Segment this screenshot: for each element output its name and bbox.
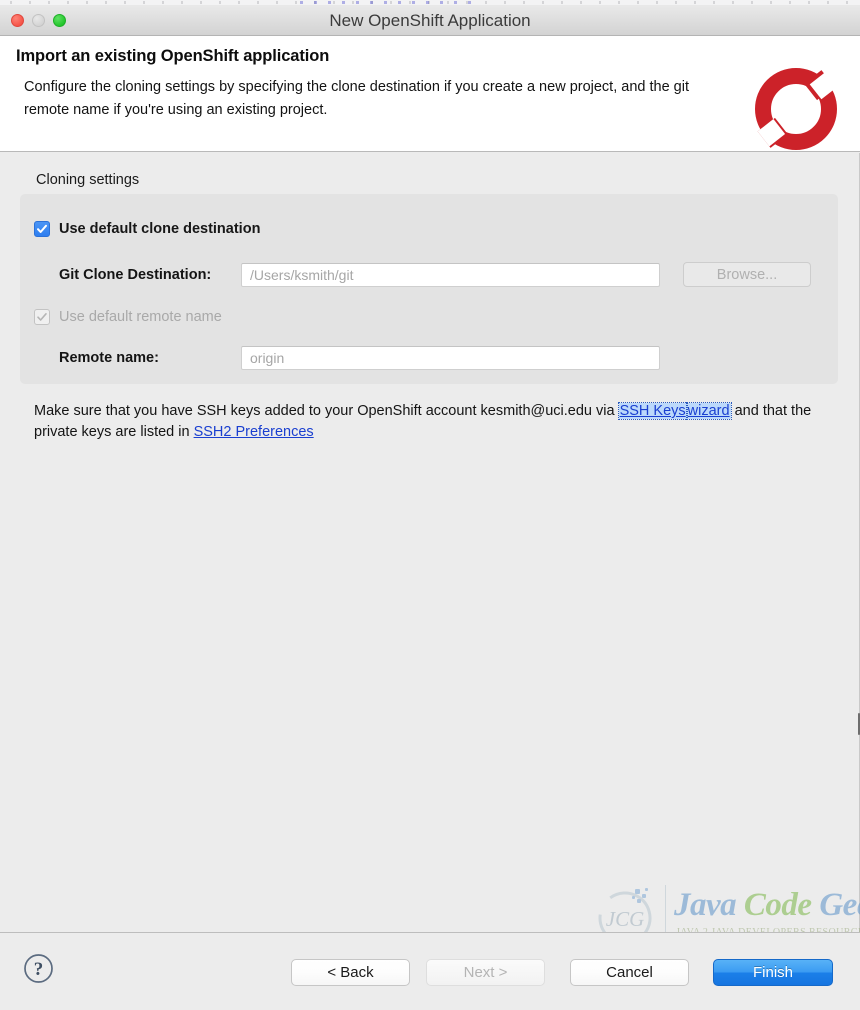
svg-text:JCG: JCG	[606, 907, 645, 931]
ssh-keys-wizard-link-part2[interactable]: wizard	[685, 402, 732, 420]
ssh-keys-note: Make sure that you have SSH keys added t…	[34, 401, 834, 443]
finish-button[interactable]: Finish	[713, 959, 833, 986]
page-title: Import an existing OpenShift application	[16, 47, 330, 65]
remote-name-label: Remote name:	[59, 350, 159, 366]
ssh-note-part2: via	[591, 403, 619, 419]
git-clone-destination-label: Git Clone Destination:	[59, 266, 212, 283]
ssh-keys-wizard-link-part1[interactable]: SSH Keys	[617, 402, 688, 420]
checkbox-checked-disabled-icon[interactable]	[34, 309, 50, 325]
remote-name-input[interactable]: origin	[241, 346, 660, 370]
remote-name-row: Remote name: origin	[59, 346, 660, 370]
back-button[interactable]: < Back	[291, 959, 410, 986]
cloning-settings-group-label: Cloning settings	[36, 172, 140, 188]
ssh2-preferences-link[interactable]: SSH2 Preferences	[194, 424, 314, 440]
watermark-word-code: Code	[743, 887, 812, 923]
title-bar: New OpenShift Application	[0, 5, 860, 36]
watermark-word-java: Java	[674, 887, 737, 923]
wizard-footer: ? < Back Next > Cancel Finish	[0, 932, 860, 1010]
browse-button[interactable]: Browse...	[683, 262, 811, 287]
git-clone-destination-input[interactable]: /Users/ksmith/git	[241, 262, 660, 287]
window-title: New OpenShift Application	[329, 11, 531, 30]
openshift-logo-mark	[755, 68, 838, 150]
watermark-title: Java Code Geeks	[674, 887, 860, 924]
ssh-note-part1: Make sure that you have SSH keys added t…	[34, 403, 481, 419]
wizard-header: Import an existing OpenShift application…	[0, 36, 860, 174]
new-openshift-application-window: New OpenShift Application Import an exis…	[0, 0, 860, 1010]
use-default-remote-name-label: Use default remote name	[59, 309, 222, 325]
background-window-text-specks-blue	[300, 1, 480, 4]
svg-text:?: ?	[34, 959, 44, 980]
use-default-clone-destination-label: Use default clone destination	[59, 221, 261, 237]
wizard-body: Cloning settings Use default clone desti…	[0, 153, 860, 945]
page-description: Configure the cloning settings by specif…	[24, 79, 689, 118]
checkbox-checked-icon[interactable]	[34, 221, 50, 237]
git-clone-destination-row: Git Clone Destination: /Users/ksmith/git…	[59, 262, 811, 287]
ssh-note-account: kesmith@uci.edu	[480, 403, 592, 419]
cloning-settings-group: Use default clone destination Git Clone …	[20, 194, 838, 384]
watermark-word-geeks: Geeks	[819, 887, 860, 923]
use-default-remote-name-row[interactable]: Use default remote name	[34, 309, 222, 325]
help-icon[interactable]: ?	[23, 953, 54, 984]
next-button[interactable]: Next >	[426, 959, 545, 986]
cancel-button[interactable]: Cancel	[570, 959, 689, 986]
use-default-clone-destination-row[interactable]: Use default clone destination	[34, 221, 260, 237]
